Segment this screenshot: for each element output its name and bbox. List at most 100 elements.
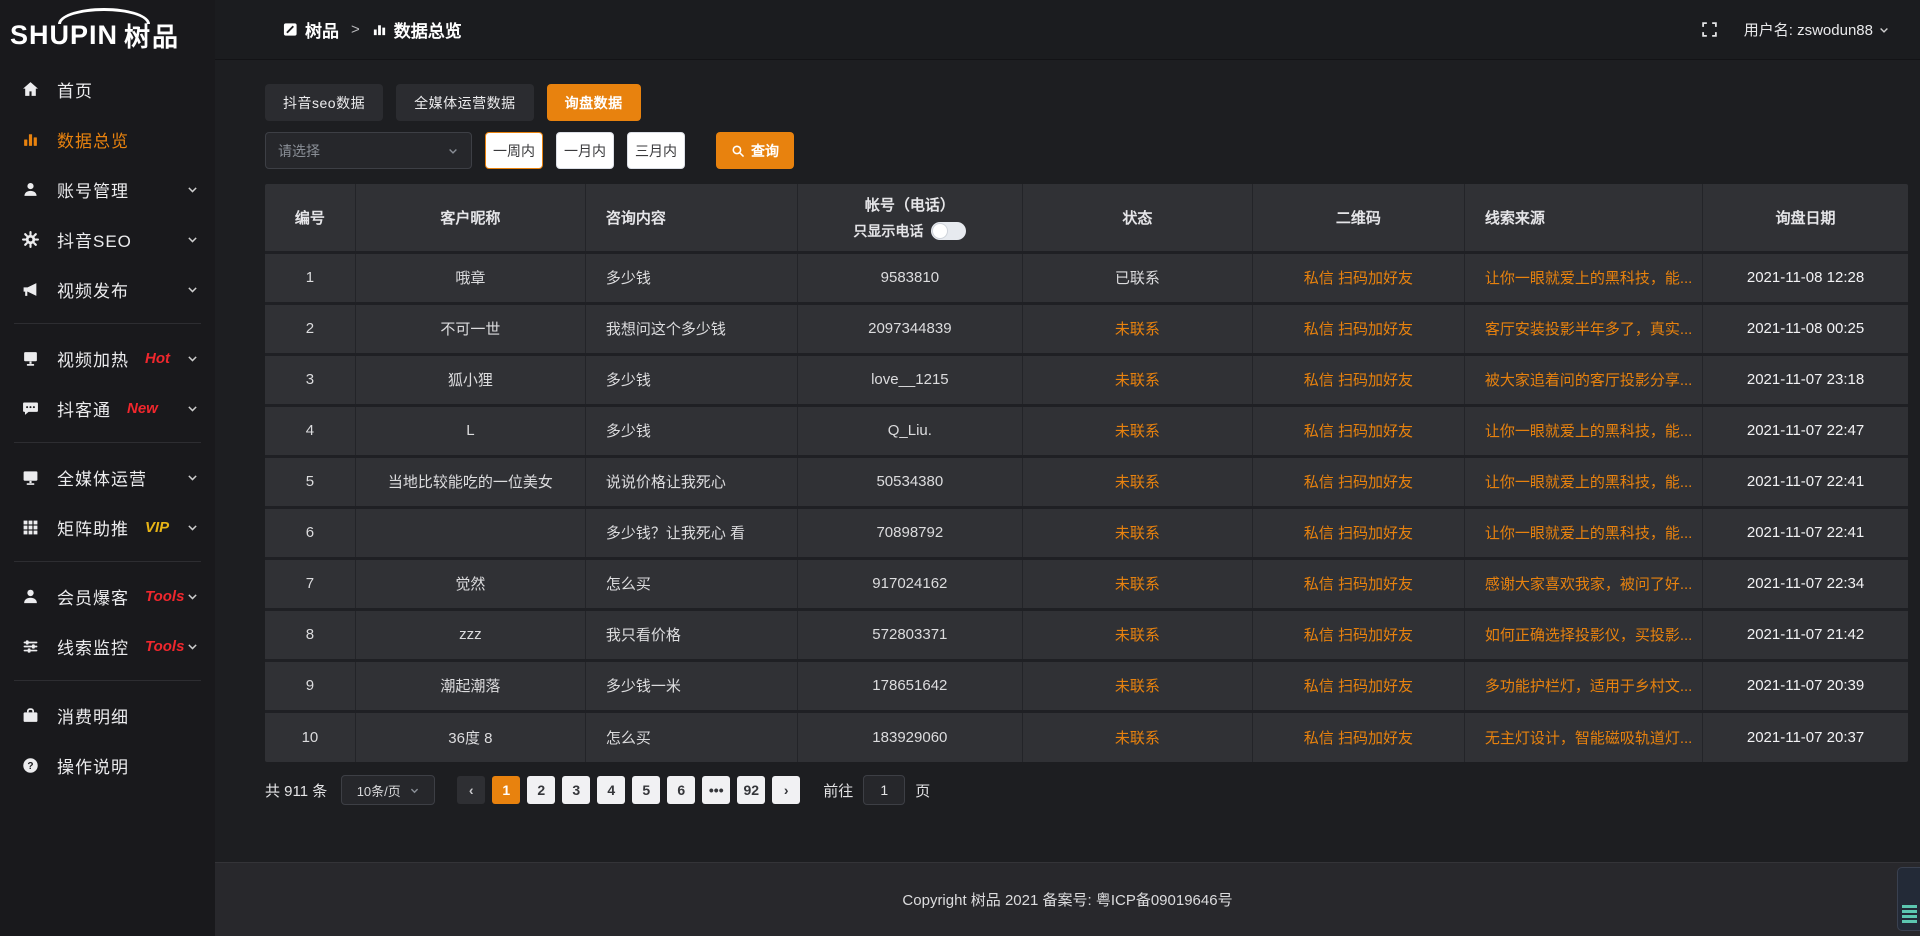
cell-qrcode-links[interactable]: 私信 扫码加好友 [1252, 456, 1464, 507]
sidebar-item-chat[interactable]: 抖客通New [0, 383, 215, 433]
cell-source-link[interactable]: 让你一眼就爱上的黑科技，能... [1464, 507, 1702, 558]
next-page-button[interactable]: › [772, 776, 800, 804]
cell-qrcode-links[interactable]: 私信 扫码加好友 [1252, 252, 1464, 303]
period-button-2[interactable]: 三月内 [627, 132, 685, 169]
cell-date: 2021-11-08 00:25 [1703, 303, 1908, 354]
period-button-0[interactable]: 一周内 [485, 132, 543, 169]
sidebar-divider [14, 323, 201, 324]
column-header-account-title: 帐号（电话） [798, 194, 1022, 215]
cell-qrcode-links[interactable]: 私信 扫码加好友 [1252, 405, 1464, 456]
badge-vip: VIP [145, 519, 169, 536]
sidebar-item-grid[interactable]: 矩阵助推VIP [0, 502, 215, 552]
cell-content: 我想问这个多少钱 [585, 303, 797, 354]
sidebar-divider [14, 680, 201, 681]
tab-0[interactable]: 抖音seo数据 [265, 84, 383, 121]
cell-qrcode-links[interactable]: 私信 扫码加好友 [1252, 354, 1464, 405]
sidebar-item-chart[interactable]: 数据总览 [0, 114, 215, 164]
cell-qrcode-links[interactable]: 私信 扫码加好友 [1252, 660, 1464, 711]
sidebar-item-label: 抖客通 [57, 396, 111, 421]
page-button-1[interactable]: 1 [492, 776, 520, 804]
chevron-down-icon [186, 640, 199, 653]
cell-account: 178651642 [797, 660, 1022, 711]
cell-source-link[interactable]: 让你一眼就爱上的黑科技，能... [1464, 405, 1702, 456]
sidebar-item-help[interactable]: ? 操作说明 [0, 740, 215, 790]
sidebar-item-user[interactable]: 账号管理 [0, 164, 215, 214]
sidebar-item-member[interactable]: 会员爆客Tools [0, 571, 215, 621]
cell-date: 2021-11-07 20:37 [1703, 711, 1908, 762]
chevron-down-icon [186, 233, 199, 246]
breadcrumb-root[interactable]: 树品 [305, 17, 339, 42]
cell-qrcode-links[interactable]: 私信 扫码加好友 [1252, 507, 1464, 558]
logo[interactable]: SHUPIN 树品 [0, 6, 215, 64]
cell-qrcode-links[interactable]: 私信 扫码加好友 [1252, 558, 1464, 609]
cell-id: 4 [265, 405, 355, 456]
sidebar-item-monitor[interactable]: 全媒体运营 [0, 452, 215, 502]
fullscreen-icon[interactable] [1701, 21, 1718, 38]
filter-select[interactable]: 请选择 [265, 132, 472, 169]
table-row: 4L多少钱Q_Liu.未联系私信 扫码加好友让你一眼就爱上的黑科技，能...20… [265, 405, 1908, 456]
page-button-6[interactable]: 6 [667, 776, 695, 804]
table-row: 2不可一世我想问这个多少钱2097344839未联系私信 扫码加好友客厅安装投影… [265, 303, 1908, 354]
user-menu[interactable]: 用户名: zswodun88 [1744, 19, 1890, 40]
page-button-5[interactable]: 5 [632, 776, 660, 804]
chevron-down-icon [186, 402, 199, 415]
sidebar-item-wallet[interactable]: 消费明细 [0, 690, 215, 740]
cell-status: 未联系 [1022, 558, 1252, 609]
sidebar-item-heat[interactable]: 视频加热Hot [0, 333, 215, 383]
sidebar-item-label: 操作说明 [57, 753, 129, 778]
column-header-qrcode: 二维码 [1252, 184, 1464, 252]
cell-source-link[interactable]: 多功能护栏灯，适用于乡村文... [1464, 660, 1702, 711]
cell-source-link[interactable]: 让你一眼就爱上的黑科技，能... [1464, 456, 1702, 507]
svg-text:?: ? [27, 760, 33, 771]
tab-2[interactable]: 询盘数据 [547, 84, 641, 121]
corner-widget-stripes [1902, 905, 1917, 925]
cell-source-link[interactable]: 如何正确选择投影仪，买投影... [1464, 609, 1702, 660]
cell-status: 未联系 [1022, 405, 1252, 456]
sidebar-item-sliders[interactable]: 线索监控Tools [0, 621, 215, 671]
period-button-1[interactable]: 一月内 [556, 132, 614, 169]
table-row: 8zzz我只看价格572803371未联系私信 扫码加好友如何正确选择投影仪，买… [265, 609, 1908, 660]
goto-page-input[interactable] [863, 775, 905, 805]
page-button-3[interactable]: 3 [562, 776, 590, 804]
cell-source-link[interactable]: 被大家追着问的客厅投影分享... [1464, 354, 1702, 405]
cell-id: 10 [265, 711, 355, 762]
toggle-knob [932, 223, 948, 239]
cell-content: 多少钱 [585, 405, 797, 456]
home-icon [22, 81, 42, 98]
page-buttons: 123456•••92 [492, 776, 772, 804]
cell-source-link[interactable]: 客厅安装投影半年多了，真实... [1464, 303, 1702, 354]
tab-1[interactable]: 全媒体运营数据 [396, 84, 534, 121]
cell-qrcode-links[interactable]: 私信 扫码加好友 [1252, 711, 1464, 762]
cell-qrcode-links[interactable]: 私信 扫码加好友 [1252, 303, 1464, 354]
corner-widget[interactable] [1897, 867, 1920, 931]
cell-source-link[interactable]: 无主灯设计，智能磁吸轨道灯... [1464, 711, 1702, 762]
sidebar-item-home[interactable]: 首页 [0, 64, 215, 114]
table-row: 5当地比较能吃的一位美女说说价格让我死心50534380未联系私信 扫码加好友让… [265, 456, 1908, 507]
phone-only-toggle[interactable] [931, 222, 966, 240]
page-size-select[interactable]: 10条/页 [341, 775, 435, 805]
cell-source-link[interactable]: 感谢大家喜欢我家，被问了好... [1464, 558, 1702, 609]
sidebar-item-gear[interactable]: 抖音SEO [0, 214, 215, 264]
topbar-right: 用户名: zswodun88 [1701, 19, 1890, 40]
cell-id: 1 [265, 252, 355, 303]
page-button-2[interactable]: 2 [527, 776, 555, 804]
footer: Copyright 树品 2021 备案号: 粤ICP备09019646号 [215, 862, 1920, 936]
username-label: 用户名: zswodun88 [1744, 19, 1873, 40]
search-button[interactable]: 查询 [716, 132, 794, 169]
page-ellipsis-button[interactable]: ••• [702, 776, 730, 804]
cell-source-link[interactable]: 让你一眼就爱上的黑科技，能... [1464, 252, 1702, 303]
chevron-down-icon [186, 283, 199, 296]
table-row: 1哦章多少钱9583810已联系私信 扫码加好友让你一眼就爱上的黑科技，能...… [265, 252, 1908, 303]
cell-nickname: zzz [355, 609, 585, 660]
page-button-92[interactable]: 92 [737, 776, 765, 804]
cell-id: 9 [265, 660, 355, 711]
cell-nickname: 不可一世 [355, 303, 585, 354]
chevron-down-icon [186, 352, 199, 365]
prev-page-button[interactable]: ‹ [457, 776, 485, 804]
page-button-4[interactable]: 4 [597, 776, 625, 804]
chevron-down-icon [186, 183, 199, 196]
pagination: 共 911 条 10条/页 ‹ 123456•••92 › 前往 页 [265, 775, 1908, 805]
cell-qrcode-links[interactable]: 私信 扫码加好友 [1252, 609, 1464, 660]
sidebar-item-publish[interactable]: 视频发布 [0, 264, 215, 314]
gear-icon [22, 231, 42, 248]
